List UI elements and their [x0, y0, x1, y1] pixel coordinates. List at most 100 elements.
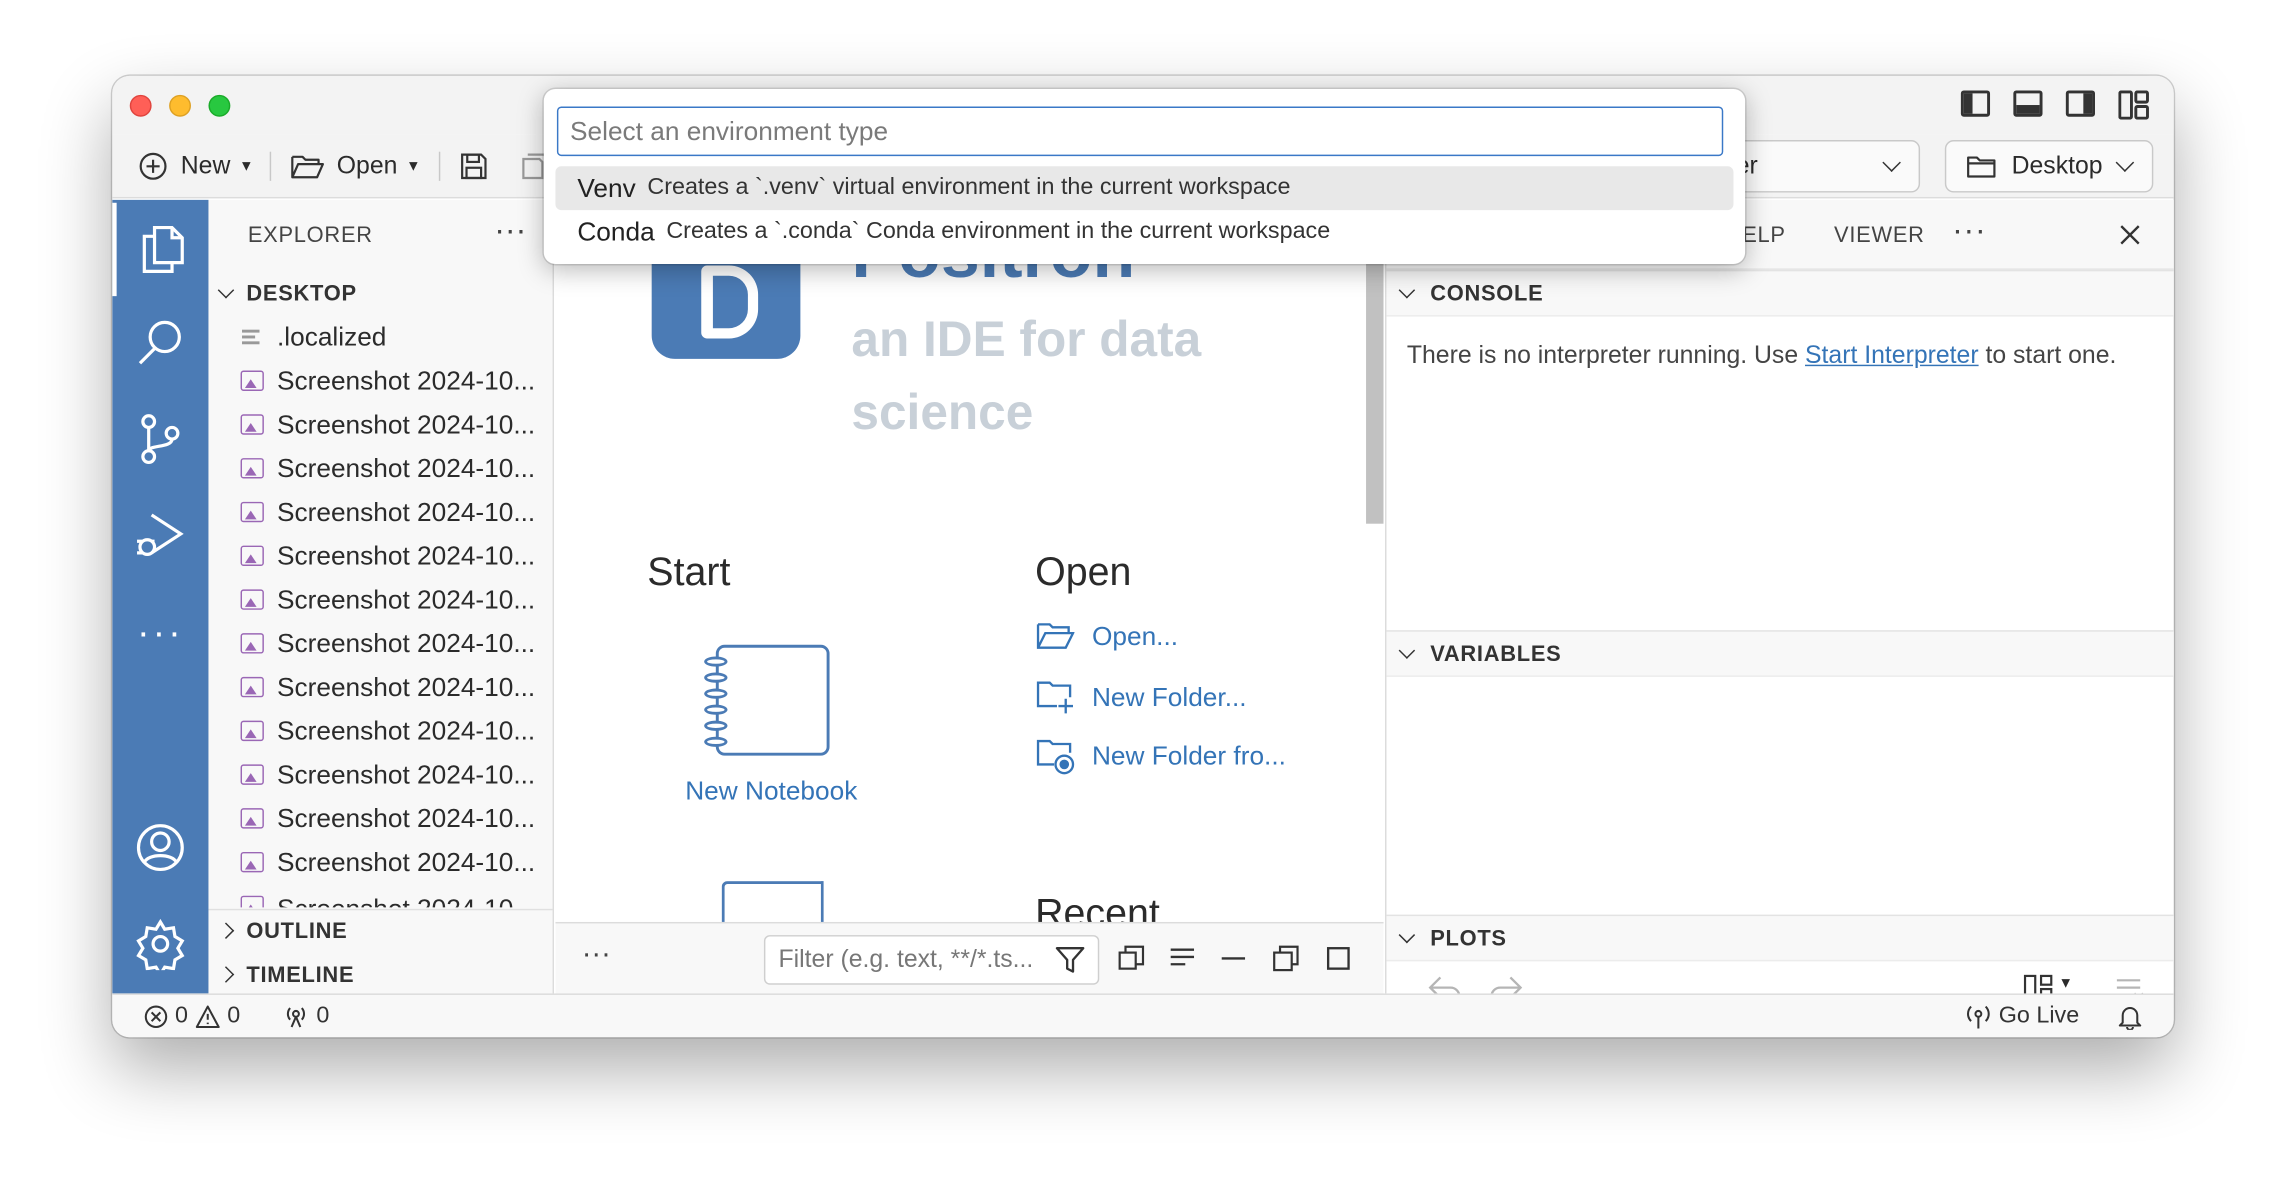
copy-icon[interactable]	[1118, 945, 1145, 971]
panel-more-icon[interactable]: ···	[582, 938, 611, 972]
filter-icon	[1055, 947, 1085, 973]
folder-icon	[1967, 156, 1996, 178]
hero-subtitle-line1: an IDE for data	[851, 312, 1202, 368]
search-icon	[138, 320, 181, 365]
file-item-label: Screenshot 2024-10...	[277, 540, 536, 570]
file-item[interactable]: Screenshot 2024-10...	[240, 797, 535, 841]
image-file-icon	[240, 633, 264, 654]
toggle-panel-icon[interactable]	[2013, 90, 2043, 117]
variables-section-header[interactable]: VARIABLES	[1386, 630, 2174, 677]
file-item[interactable]: Screenshot 2024-10...	[240, 359, 536, 403]
start-interpreter-link[interactable]: Start Interpreter	[1805, 341, 1979, 369]
section-timeline[interactable]: TIMELINE	[217, 954, 354, 993]
activity-explorer[interactable]	[112, 202, 208, 297]
save-button[interactable]	[459, 146, 488, 187]
section-desktop[interactable]: DESKTOP	[217, 273, 357, 314]
section-desktop-label: DESKTOP	[246, 280, 357, 306]
ports-indicator[interactable]: 0	[283, 1003, 330, 1030]
file-item[interactable]: Screenshot 2024-10...	[240, 840, 536, 884]
file-item[interactable]: Screenshot 2024-10...	[240, 665, 536, 709]
file-item-label: Screenshot 2024-10...	[277, 671, 536, 701]
activity-more-icon[interactable]: ···	[112, 585, 208, 678]
file-item[interactable]: .localized	[241, 315, 386, 359]
hero-subtitle-line2: science	[851, 385, 1034, 441]
file-item[interactable]: Screenshot 2024-10...	[240, 578, 536, 622]
close-window-button[interactable]	[129, 94, 152, 117]
minimize-panel-icon[interactable]	[1220, 945, 1246, 971]
file-item[interactable]: Screenshot 2024-10...	[240, 753, 535, 797]
go-live-button[interactable]: Go Live	[1965, 1004, 2079, 1030]
explorer-sidebar: EXPLORER ··· DESKTOP .localized Screensh…	[208, 199, 555, 994]
maximize-panel-icon[interactable]	[1325, 945, 1351, 971]
close-icon[interactable]	[2120, 225, 2140, 245]
section-outline-label: OUTLINE	[246, 918, 348, 944]
variables-section-label: VARIABLES	[1430, 641, 1562, 666]
quick-pick-input[interactable]	[556, 106, 1724, 157]
activity-accounts[interactable]	[112, 801, 208, 894]
customize-layout-icon[interactable]	[2118, 90, 2150, 120]
welcome-page: Positron an IDE for data science Start N…	[555, 199, 1384, 922]
activity-search[interactable]	[112, 296, 208, 389]
file-item-label: Screenshot 2024-10...	[277, 846, 536, 877]
caret-down-icon[interactable]: ▼	[2059, 976, 2073, 992]
toggle-primary-sidebar-icon[interactable]	[1960, 90, 1991, 117]
zoom-window-button[interactable]	[208, 94, 231, 117]
chevron-right-icon	[217, 966, 235, 983]
minimize-window-button[interactable]	[169, 94, 191, 117]
auxiliary-more-icon[interactable]: ···	[1952, 212, 1986, 250]
section-outline[interactable]: OUTLINE	[217, 910, 348, 951]
tab-help[interactable]: ELP	[1742, 223, 1786, 248]
problems-indicator[interactable]: 0 0	[144, 1004, 240, 1030]
word-wrap-icon[interactable]	[1169, 945, 1195, 971]
git-folder-icon	[1036, 739, 1075, 775]
toolbar-divider	[438, 151, 441, 181]
toggle-secondary-sidebar-icon[interactable]	[2065, 90, 2096, 117]
recent-title: Recent	[1035, 891, 1160, 922]
file-item[interactable]: Screenshot 2024-10...	[240, 709, 535, 753]
activity-settings[interactable]	[112, 897, 208, 990]
ports-count: 0	[316, 1003, 330, 1029]
gear-icon	[136, 918, 185, 971]
plots-section-header[interactable]: PLOTS	[1386, 914, 2174, 962]
file-item-label: Screenshot 2024-10...	[277, 584, 536, 614]
quick-pick-item-label: Conda	[577, 216, 655, 246]
file-item[interactable]: Screenshot 2024-10...	[240, 621, 535, 665]
file-item[interactable]: Screenshot 2024-10...	[240, 446, 535, 490]
restore-panel-icon[interactable]	[1273, 945, 1299, 972]
new-folder-link[interactable]: New Folder...	[1036, 678, 1247, 716]
file-item[interactable]: Screenshot 2024-10...	[240, 884, 535, 908]
file-item[interactable]: Screenshot 2024-10...	[240, 490, 535, 534]
new-button[interactable]: New ▼	[139, 146, 254, 187]
caret-down-icon: ▼	[239, 158, 254, 175]
quick-pick-item-conda[interactable]: Conda Creates a `.conda` Conda environme…	[555, 210, 1733, 254]
new-notebook-link[interactable]: New Notebook	[685, 776, 857, 807]
file-item-label: Screenshot 2024-10...	[277, 409, 536, 439]
new-folder-from-git-link[interactable]: New Folder fro...	[1036, 737, 1286, 775]
file-item[interactable]: Screenshot 2024-10...	[240, 534, 536, 578]
account-icon	[136, 824, 184, 872]
broadcast-icon	[286, 1007, 306, 1028]
open-link[interactable]: Open...	[1036, 620, 1178, 652]
document-icon[interactable]	[721, 881, 824, 922]
text-file-icon	[241, 327, 264, 347]
panel-filter-box[interactable]: Filter (e.g. text, **/*.ts...	[763, 935, 1100, 985]
activity-run-debug[interactable]	[112, 489, 208, 582]
console-section-label: CONSOLE	[1430, 280, 1544, 306]
activity-source-control[interactable]	[112, 392, 208, 485]
notebook-icon[interactable]	[704, 644, 830, 756]
explorer-more-icon[interactable]: ···	[494, 212, 526, 250]
image-file-icon	[240, 895, 264, 908]
console-section-header[interactable]: CONSOLE	[1386, 269, 2174, 317]
workspace-folder-dropdown[interactable]: Desktop	[1944, 140, 2154, 193]
bell-icon[interactable]	[2118, 1004, 2142, 1030]
image-file-icon	[240, 370, 264, 391]
file-item-label: Screenshot 2024-10...	[277, 365, 536, 395]
open-button-label: Open	[336, 151, 398, 180]
status-bar: 0 0 0 Go Live	[112, 993, 2174, 1038]
tab-viewer[interactable]: VIEWER	[1834, 223, 1925, 248]
quick-pick-item-description: Creates a `.conda` Conda environment in …	[666, 218, 1331, 244]
quick-pick-item-venv[interactable]: Venv Creates a `.venv` virtual environme…	[555, 166, 1734, 211]
file-item[interactable]: Screenshot 2024-10...	[240, 403, 536, 447]
image-file-icon	[240, 764, 264, 785]
open-button[interactable]: Open ▼	[290, 146, 421, 187]
